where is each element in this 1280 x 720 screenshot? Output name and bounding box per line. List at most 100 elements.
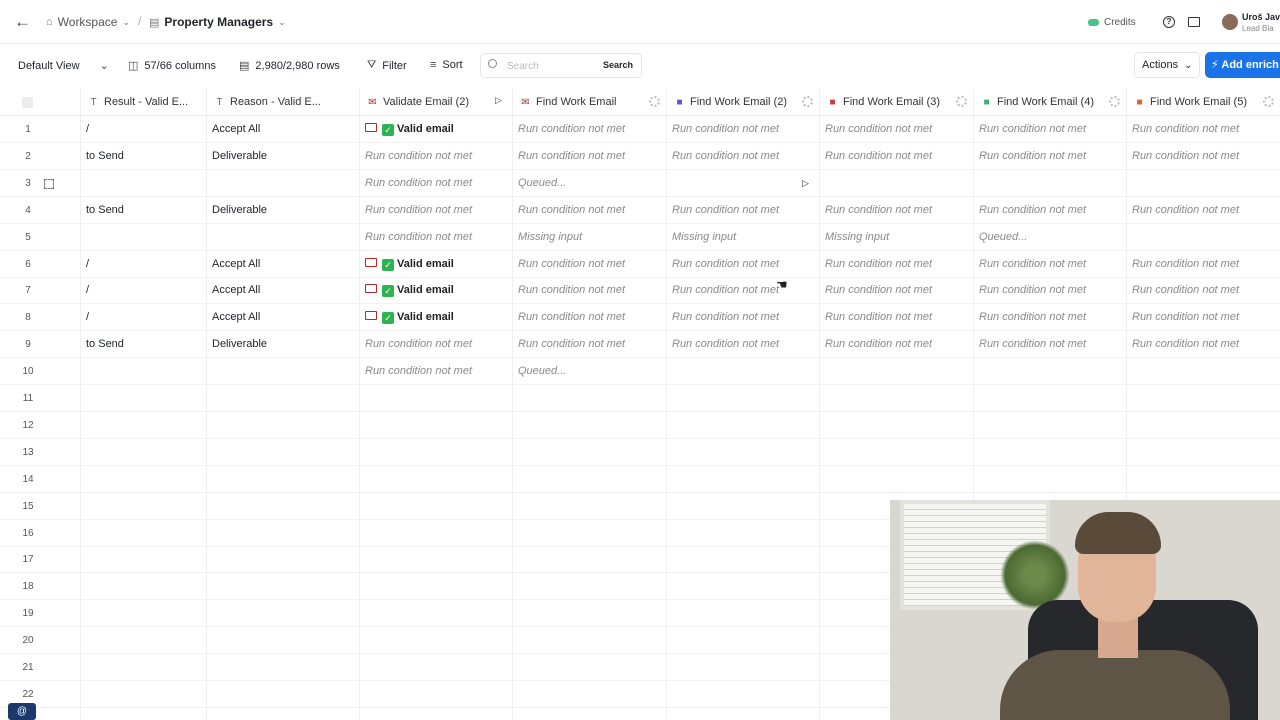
- table-row[interactable]: 8 / Accept All ✓ Valid email Run condition no…: [0, 304, 1280, 332]
- table-cell[interactable]: Run condition not met: [666, 143, 819, 170]
- table-cell[interactable]: [359, 681, 512, 708]
- table-cell[interactable]: ✓ Valid email: [359, 251, 512, 278]
- table-cell[interactable]: ✓ Valid email: [359, 116, 512, 143]
- table-cell[interactable]: [973, 358, 1126, 385]
- table-cell[interactable]: [206, 466, 359, 493]
- table-row[interactable]: 6 / Accept All ✓ Valid email Run condition no…: [0, 251, 1280, 278]
- table-cell[interactable]: Run condition not met: [1126, 251, 1280, 278]
- table-cell[interactable]: Run condition not met: [819, 116, 973, 143]
- table-cell[interactable]: [206, 573, 359, 600]
- table-cell[interactable]: Run condition not met: [973, 143, 1126, 170]
- credits-indicator[interactable]: Credits: [1088, 17, 1136, 28]
- table-cell[interactable]: Deliverable: [206, 143, 359, 170]
- table-cell[interactable]: [359, 412, 512, 439]
- table-cell[interactable]: [80, 358, 206, 385]
- table-cell[interactable]: [666, 627, 819, 654]
- table-cell[interactable]: [1126, 412, 1280, 439]
- table-cell[interactable]: [512, 627, 666, 654]
- table-cell[interactable]: Run condition not met: [973, 197, 1126, 224]
- table-cell[interactable]: [512, 493, 666, 520]
- table-cell[interactable]: [666, 546, 819, 573]
- table-row[interactable]: 3 ▷ Run condition not met Queued...: [0, 170, 1280, 197]
- table-row[interactable]: 7 / Accept All ✓ Valid email Run condition no…: [0, 277, 1280, 305]
- table-cell[interactable]: Accept All: [206, 304, 359, 331]
- table-cell[interactable]: [206, 170, 359, 197]
- table-cell[interactable]: ✓ Valid email: [359, 277, 512, 304]
- add-enrichment-button[interactable]: ⚡ Add enrich: [1205, 52, 1280, 78]
- table-row[interactable]: 9 to Send Deliverable Run condition not met…: [0, 331, 1280, 359]
- table-cell[interactable]: [666, 358, 819, 385]
- table-cell[interactable]: Run condition not met: [666, 116, 819, 143]
- table-cell[interactable]: [359, 546, 512, 573]
- table-cell[interactable]: [359, 520, 512, 547]
- table-cell[interactable]: Run condition not met: [666, 251, 819, 278]
- table-cell[interactable]: [206, 600, 359, 627]
- rows-button[interactable]: ▤ 2,980/2,980 rows: [239, 59, 340, 73]
- table-cell[interactable]: Run condition not met: [819, 331, 973, 358]
- table-row[interactable]: 12: [0, 412, 1280, 439]
- table-cell[interactable]: [512, 520, 666, 547]
- table-row[interactable]: 13: [0, 439, 1280, 466]
- table-cell[interactable]: [973, 466, 1126, 493]
- table-cell[interactable]: ✓ Valid email: [359, 304, 512, 331]
- table-cell[interactable]: Run condition not met: [819, 304, 973, 331]
- table-row[interactable]: 10 Run condition not met Queued...: [0, 358, 1280, 386]
- column-header[interactable]: ■ Find Work Email (5): [1126, 88, 1280, 116]
- avatar[interactable]: [1222, 14, 1238, 30]
- table-cell[interactable]: [80, 439, 206, 466]
- table-cell[interactable]: [206, 358, 359, 385]
- table-cell[interactable]: [80, 385, 206, 412]
- table-cell[interactable]: [973, 385, 1126, 412]
- table-cell[interactable]: [206, 412, 359, 439]
- back-arrow-icon[interactable]: ←: [14, 12, 31, 32]
- table-cell[interactable]: Run condition not met: [512, 277, 666, 304]
- table-cell[interactable]: Run condition not met: [1126, 331, 1280, 358]
- table-cell[interactable]: [80, 681, 206, 708]
- column-header[interactable]: ■ Find Work Email (4): [973, 88, 1126, 116]
- table-cell[interactable]: Run condition not met: [1126, 277, 1280, 304]
- table-cell[interactable]: [80, 600, 206, 627]
- search-input[interactable]: [507, 58, 591, 74]
- table-cell[interactable]: [1126, 358, 1280, 385]
- table-cell[interactable]: [819, 412, 973, 439]
- footer-badge[interactable]: @: [8, 703, 36, 720]
- table-cell[interactable]: [206, 681, 359, 708]
- table-cell[interactable]: Run condition not met: [512, 331, 666, 358]
- view-selector[interactable]: Default View ⌄: [18, 59, 109, 73]
- sort-button[interactable]: ≡ Sort: [430, 59, 463, 71]
- table-cell[interactable]: /: [80, 277, 206, 304]
- table-cell[interactable]: Run condition not met: [1126, 197, 1280, 224]
- table-cell[interactable]: Run condition not met: [359, 331, 512, 358]
- table-cell[interactable]: [819, 439, 973, 466]
- column-header[interactable]: T Result - Valid E...: [80, 88, 206, 116]
- table-cell[interactable]: [359, 600, 512, 627]
- table-cell[interactable]: Run condition not met: [666, 277, 819, 304]
- search-button[interactable]: Search: [599, 57, 637, 74]
- table-cell[interactable]: Run condition not met: [1126, 304, 1280, 331]
- table-cell[interactable]: [80, 466, 206, 493]
- table-cell[interactable]: Accept All: [206, 277, 359, 304]
- table-cell[interactable]: [512, 600, 666, 627]
- table-cell[interactable]: [206, 385, 359, 412]
- table-cell[interactable]: Run condition not met: [359, 170, 512, 197]
- table-cell[interactable]: Run condition not met: [359, 143, 512, 170]
- table-cell[interactable]: [512, 412, 666, 439]
- table-cell[interactable]: [206, 224, 359, 251]
- table-cell[interactable]: Missing input: [512, 224, 666, 251]
- column-header[interactable]: T Reason - Valid E...: [206, 88, 359, 116]
- column-header[interactable]: ■ Find Work Email (2): [666, 88, 819, 116]
- table-cell[interactable]: [512, 573, 666, 600]
- table-cell[interactable]: Run condition not met: [973, 304, 1126, 331]
- table-cell[interactable]: Run condition not met: [512, 143, 666, 170]
- table-cell[interactable]: to Send: [80, 331, 206, 358]
- table-cell[interactable]: Queued...: [512, 170, 666, 197]
- table-cell[interactable]: [80, 493, 206, 520]
- table-cell[interactable]: [666, 573, 819, 600]
- table-cell[interactable]: Run condition not met: [973, 116, 1126, 143]
- table-row[interactable]: 2 to Send Deliverable Run condition not met…: [0, 143, 1280, 170]
- table-cell[interactable]: [1126, 170, 1280, 197]
- table-cell[interactable]: Run condition not met: [973, 251, 1126, 278]
- table-cell[interactable]: Missing input: [666, 224, 819, 251]
- table-row[interactable]: 5 Run condition not met Missing input Missi…: [0, 224, 1280, 251]
- table-cell[interactable]: [359, 385, 512, 412]
